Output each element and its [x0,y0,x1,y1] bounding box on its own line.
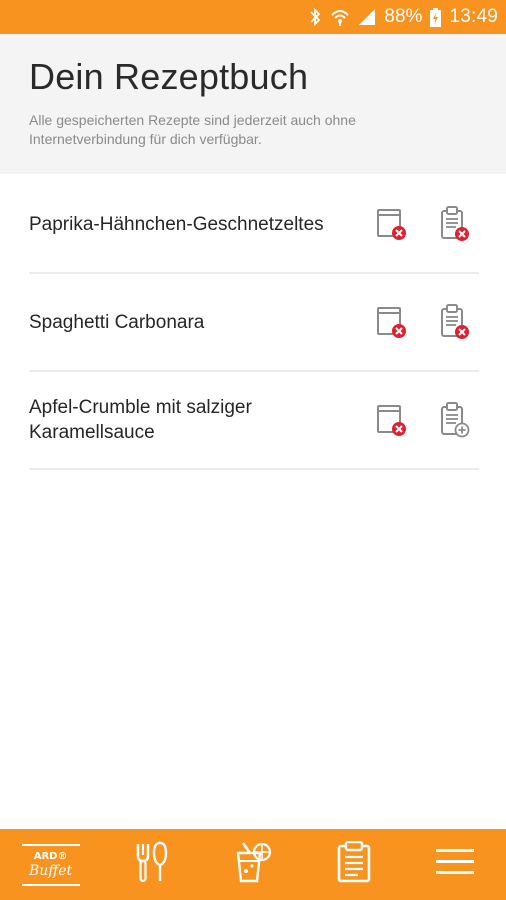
recipe-list: Paprika-Hähnchen-Geschnetzeltes Spaghett… [29,176,479,470]
bottom-navigation: ARD® Buffet [0,829,506,900]
menu-icon [436,847,475,882]
page-header: Dein Rezeptbuch Alle gespeicherten Rezep… [0,34,506,174]
battery-icon [430,7,442,27]
logo-bottom-text: Buffet [29,862,73,879]
drink-icon [233,841,273,888]
bluetooth-icon [308,7,322,27]
wifi-icon [330,7,350,27]
clock: 13:49 [449,6,498,27]
nav-home-logo[interactable]: ARD® Buffet [16,835,86,895]
nav-recipes[interactable] [117,835,187,895]
recipe-row[interactable]: Spaghetti Carbonara [29,274,479,372]
cutlery-icon [132,841,172,888]
recipe-title[interactable]: Spaghetti Carbonara [29,310,359,335]
nav-menu[interactable] [420,835,490,895]
logo-top-text: ARD® [33,850,68,862]
remove-from-book-icon[interactable] [375,304,407,340]
recipe-row[interactable]: Apfel-Crumble mit salziger Karamellsauce [29,372,479,470]
nav-recipe-book[interactable] [319,835,389,895]
ard-buffet-logo: ARD® Buffet [21,843,80,886]
battery-percent: 88% [384,6,423,27]
remove-from-shopping-list-icon[interactable] [439,304,471,340]
remove-from-book-icon[interactable] [375,402,407,438]
remove-from-shopping-list-icon[interactable] [439,206,471,242]
signal-icon [358,8,376,26]
page-subtitle: Alle gespeicherten Rezepte sind jederzei… [29,112,356,147]
add-to-shopping-list-icon[interactable] [439,402,471,438]
recipe-title[interactable]: Apfel-Crumble mit salziger Karamellsauce [29,395,359,445]
clipboard-icon [336,840,372,888]
remove-from-book-icon[interactable] [375,206,407,242]
recipe-row[interactable]: Paprika-Hähnchen-Geschnetzeltes [29,176,479,274]
status-bar: 88% 13:49 [0,0,506,34]
nav-drinks[interactable] [218,835,288,895]
recipe-title[interactable]: Paprika-Hähnchen-Geschnetzeltes [29,212,359,237]
page-title: Dein Rezeptbuch [29,56,309,97]
